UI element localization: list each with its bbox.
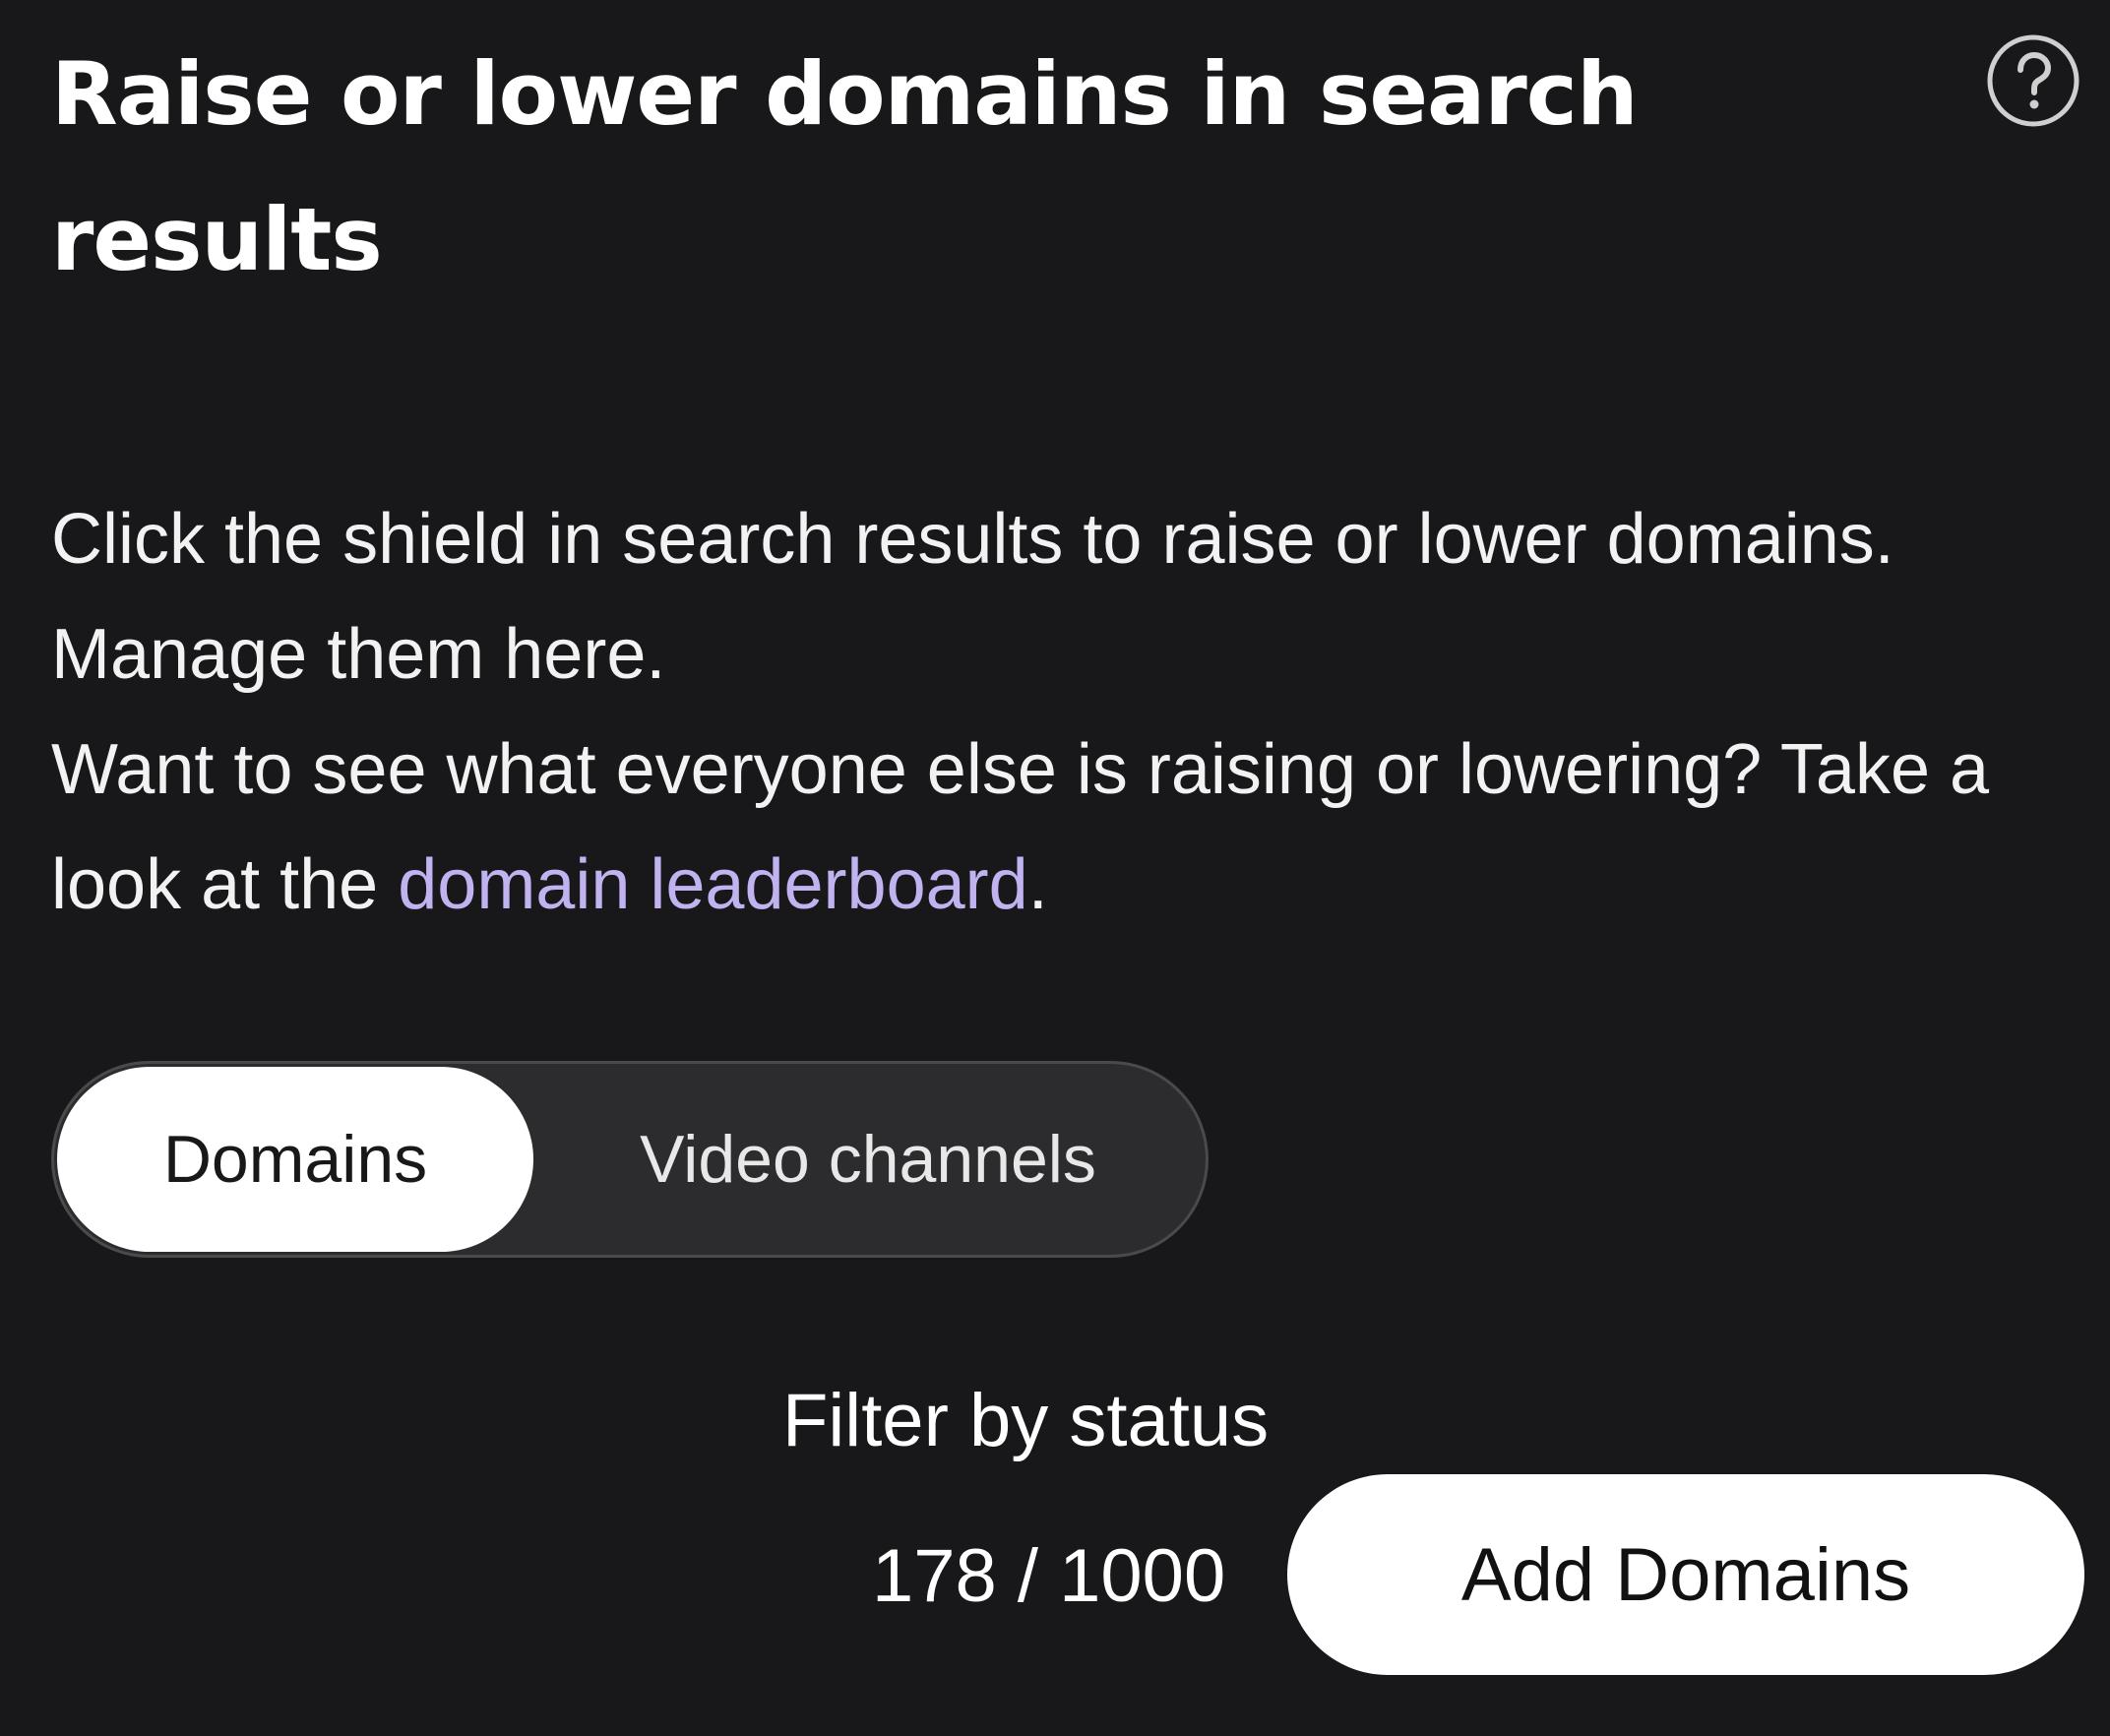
- domain-count: 178 / 1000: [872, 1534, 1226, 1618]
- domain-leaderboard-link[interactable]: domain leaderboard: [398, 845, 1027, 924]
- question-circle-icon: [1987, 34, 2079, 127]
- settings-panel: Raise or lower domains in search results…: [0, 0, 2110, 1736]
- tab-domains[interactable]: Domains: [57, 1067, 533, 1252]
- help-icon[interactable]: [1986, 33, 2080, 128]
- description-suffix: .: [1027, 845, 1048, 924]
- description: Click the shield in search results to ra…: [51, 482, 2079, 943]
- add-domains-button[interactable]: Add Domains: [1287, 1474, 2084, 1675]
- tab-video-channels[interactable]: Video channels: [533, 1067, 1203, 1252]
- page-title: Raise or lower domains in search results: [51, 43, 1639, 290]
- filter-by-status[interactable]: Filter by status: [782, 1372, 1269, 1470]
- description-line2: Want to see what everyone else is raisin…: [51, 713, 2079, 943]
- description-line1: Click the shield in search results to ra…: [51, 500, 1894, 694]
- type-toggle: Domains Video channels: [51, 1061, 1209, 1258]
